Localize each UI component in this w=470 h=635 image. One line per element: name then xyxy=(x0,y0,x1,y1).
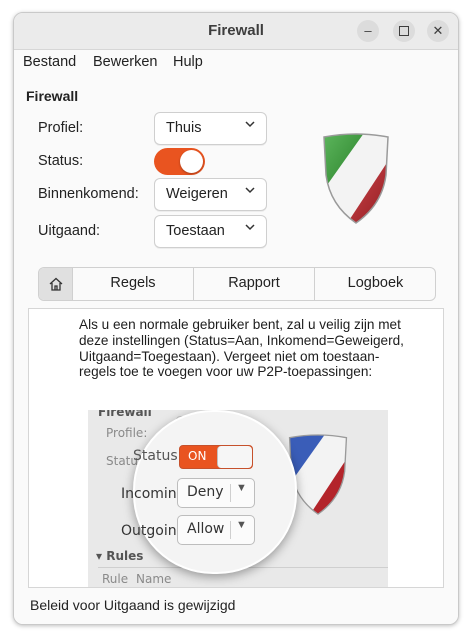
window-title: Firewall xyxy=(208,22,264,39)
menu-file[interactable]: Bestand xyxy=(23,54,76,70)
minimize-icon: – xyxy=(364,23,372,38)
status-label: Status: xyxy=(38,153,84,169)
tab-content-home: Als u een normale gebruiker bent, zal u … xyxy=(28,308,444,588)
magnifier-lens: Status ON Incoming: Deny ▼ Outgoing: All… xyxy=(121,410,297,574)
firewall-window: Firewall – ✕ Bestand Bewerken Hulp Firew… xyxy=(13,12,459,625)
minimize-button[interactable]: – xyxy=(357,20,379,42)
switch-knob xyxy=(180,150,203,173)
menu-help[interactable]: Hulp xyxy=(173,54,203,70)
illus-caret-down-icon: ▼ xyxy=(236,519,247,531)
illus-combo-separator xyxy=(230,484,231,502)
home-icon xyxy=(49,277,62,291)
close-icon: ✕ xyxy=(432,23,444,38)
incoming-select[interactable]: Weigeren xyxy=(154,178,267,211)
tab-report[interactable]: Rapport xyxy=(193,268,314,300)
incoming-label: Binnenkomend: xyxy=(38,186,139,202)
profile-label: Profiel: xyxy=(38,120,84,136)
outgoing-select[interactable]: Toestaan xyxy=(154,215,267,248)
illus-toggle-label: ON xyxy=(188,449,207,463)
menu-edit[interactable]: Bewerken xyxy=(93,54,157,70)
illus-combo-separator xyxy=(230,521,231,539)
section-title: Firewall xyxy=(26,88,79,104)
profile-select[interactable]: Thuis xyxy=(154,112,267,145)
illustration-image: Firewall Profile: Status: ▾ Rules Rule N… xyxy=(88,410,388,587)
illus-toggle-knob xyxy=(217,446,252,468)
shield-icon xyxy=(323,133,389,224)
illus-outgoing-combo: Allow ▼ xyxy=(177,515,255,545)
tab-bar: Regels Rapport Logboek xyxy=(38,267,436,301)
maximize-button[interactable] xyxy=(393,20,415,42)
tab-log[interactable]: Logboek xyxy=(314,268,436,300)
illus-col-name: Name xyxy=(136,572,172,586)
close-button[interactable]: ✕ xyxy=(427,20,449,42)
illus-incoming-combo: Deny ▼ xyxy=(177,478,255,508)
chevron-down-icon xyxy=(245,187,255,194)
illus-rules-label: Rules xyxy=(106,549,144,563)
illus-status-zoom: Status xyxy=(133,448,178,464)
tab-home[interactable] xyxy=(39,268,72,300)
illus-status-toggle: ON xyxy=(179,445,253,469)
illus-col-rule: Rule xyxy=(102,572,129,586)
status-message: Beleid voor Uitgaand is gewijzigd xyxy=(30,597,236,613)
illus-incoming-value: Deny xyxy=(187,484,224,500)
illus-rules-heading: ▾ Rules xyxy=(96,549,144,563)
chevron-down-icon xyxy=(245,224,255,231)
incoming-value: Weigeren xyxy=(166,186,228,202)
illus-window-title: Firewall xyxy=(98,410,152,419)
title-bar: Firewall – ✕ xyxy=(14,13,458,50)
chevron-down-icon xyxy=(245,121,255,128)
maximize-icon xyxy=(399,25,409,36)
profile-value: Thuis xyxy=(166,120,202,136)
help-description: Als u een normale gebruiker bent, zal u … xyxy=(79,317,404,380)
status-switch[interactable] xyxy=(154,148,205,175)
illus-profile-label: Profile: xyxy=(106,426,148,440)
illus-outgoing-value: Allow xyxy=(187,521,225,537)
tab-rules[interactable]: Regels xyxy=(72,268,193,300)
status-bar: Beleid voor Uitgaand is gewijzigd xyxy=(14,591,458,624)
outgoing-label: Uitgaand: xyxy=(38,223,101,239)
outgoing-value: Toestaan xyxy=(166,223,225,239)
illus-caret-down-icon: ▼ xyxy=(236,482,247,494)
menu-bar: Bestand Bewerken Hulp xyxy=(14,50,458,74)
